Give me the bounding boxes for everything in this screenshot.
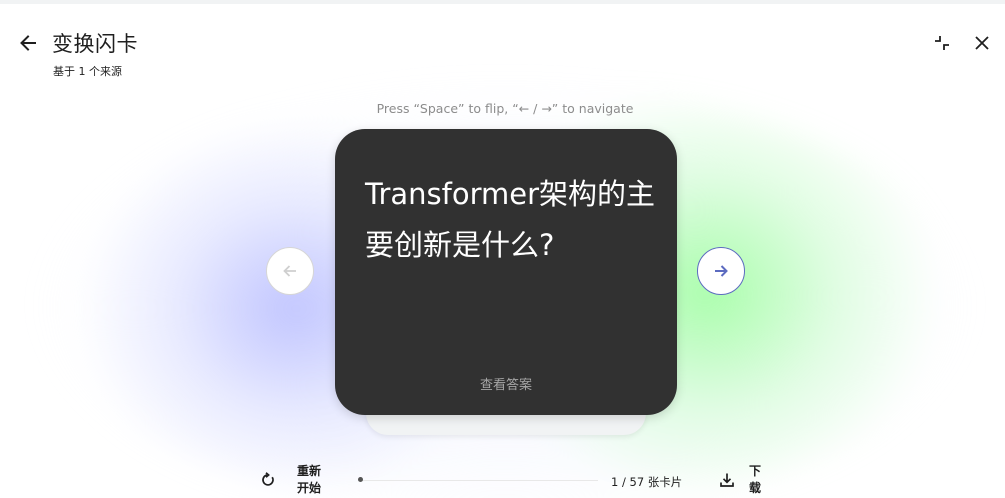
page-title: 变换闪卡 [52, 32, 138, 56]
reveal-answer-link[interactable]: 查看答案 [335, 374, 677, 393]
card-counter: 1 / 57 张卡片 [611, 475, 683, 489]
close-icon [975, 36, 989, 50]
arrow-left-icon [283, 265, 296, 277]
flashcard[interactable]: Transformer架构的主要创新是什么? 查看答案 [335, 129, 677, 415]
source-subtitle: 基于 1 个来源 [53, 65, 122, 78]
progress-track [358, 480, 598, 481]
restart-icon[interactable] [259, 471, 277, 489]
keyboard-hint: Press “Space” to flip, “← / →” to naviga… [376, 101, 634, 116]
flashcards-page: 变换闪卡 基于 1 个来源 Press “Space” to flip, “← … [0, 0, 1005, 498]
download-button[interactable]: 下载 [749, 463, 765, 497]
previous-card-button[interactable] [266, 247, 314, 295]
download-icon[interactable] [718, 471, 736, 489]
next-card-button[interactable] [697, 247, 745, 295]
top-divider [0, 0, 1005, 4]
collapse-button[interactable] [930, 31, 954, 55]
close-button[interactable] [970, 31, 994, 55]
restart-button[interactable]: 重新开始 [297, 463, 327, 497]
flashcard-question: Transformer架构的主要创新是什么? [365, 177, 656, 262]
back-button[interactable] [12, 29, 44, 57]
arrow-right-icon [715, 265, 728, 277]
back-arrow-icon [20, 35, 36, 51]
collapse-icon [935, 36, 949, 50]
progress-indicator [358, 477, 363, 482]
